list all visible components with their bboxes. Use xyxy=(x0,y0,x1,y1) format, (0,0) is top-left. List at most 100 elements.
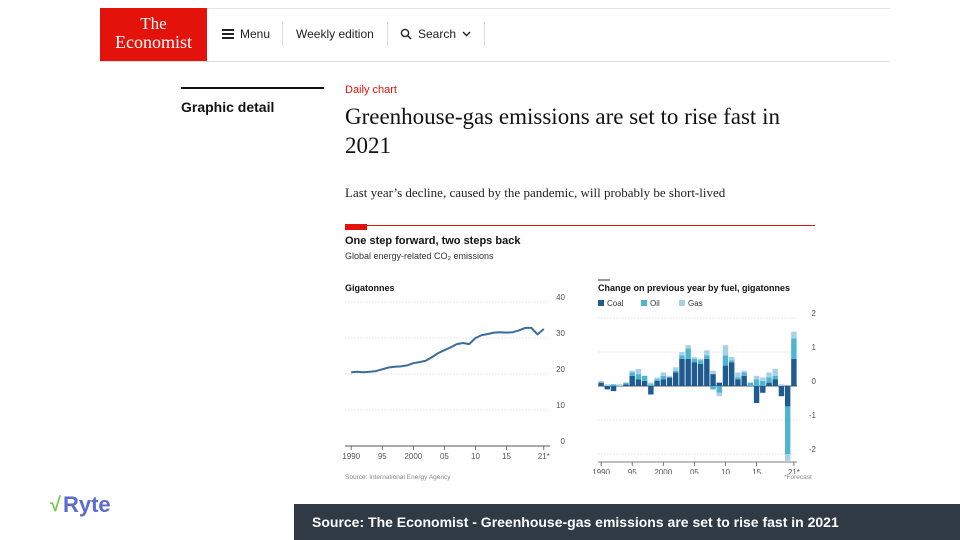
menu-label: Menu xyxy=(240,27,271,41)
left-y-tick-label: 30 xyxy=(556,329,565,338)
legend-label-coal: Coal xyxy=(607,299,624,308)
left-x-tick-label: 05 xyxy=(440,452,449,461)
header-top-rule xyxy=(100,8,890,9)
menu-button[interactable]: Menu xyxy=(222,26,270,42)
bar-oil xyxy=(704,355,710,359)
bar-gas xyxy=(604,384,611,386)
bar-coal xyxy=(753,386,760,403)
bar-coal xyxy=(629,375,635,386)
bar-oil xyxy=(791,338,797,359)
header-bottom-rule xyxy=(100,61,890,62)
weekly-edition-link[interactable]: Weekly edition xyxy=(296,26,374,42)
emissions-line xyxy=(351,326,545,374)
bar-oil xyxy=(766,377,772,383)
bar-gas xyxy=(598,380,604,383)
bar-gas xyxy=(735,372,741,378)
bar-gas xyxy=(772,369,778,376)
chart-subtitle: Global energy-related CO₂ emissions xyxy=(345,251,494,261)
bar-oil xyxy=(741,372,747,376)
bar-gas xyxy=(741,370,747,373)
left-x-tick-label: 21* xyxy=(538,452,550,461)
section-rule xyxy=(181,87,324,89)
bar-coal xyxy=(716,382,722,386)
bar-oil xyxy=(760,380,766,386)
bar-coal xyxy=(772,379,778,386)
left-x-tick-label: 15 xyxy=(502,452,511,461)
chart-forecast-note: *Forecast xyxy=(784,474,812,481)
right-x-tick-label: 05 xyxy=(690,468,699,474)
bar-oil xyxy=(623,382,629,385)
nav-divider xyxy=(282,22,283,46)
right-x-tick-label: 2000 xyxy=(654,468,672,474)
bar-oil xyxy=(673,370,679,373)
nav-divider xyxy=(387,22,388,46)
bar-gas xyxy=(716,392,722,397)
bar-coal xyxy=(728,362,735,386)
chart-flag xyxy=(345,224,367,230)
bar-gas xyxy=(791,331,797,339)
left-x-tick-label: 95 xyxy=(378,452,387,461)
source-banner: Source: The Economist - Greenhouse-gas e… xyxy=(294,504,960,540)
bar-gas xyxy=(766,372,772,378)
bar-gas xyxy=(685,345,691,349)
ryte-wordmark: Ryte xyxy=(62,492,111,517)
bar-gas xyxy=(753,375,760,380)
right-x-tick-label: 10 xyxy=(721,468,730,474)
left-chart-ylabel: Gigatonnes xyxy=(345,283,395,293)
bar-coal xyxy=(685,358,691,386)
search-button[interactable]: Search xyxy=(400,26,471,42)
bar-oil xyxy=(728,360,735,363)
bar-oil xyxy=(753,379,760,386)
bar-gas xyxy=(728,357,735,361)
right-y-tick-label: -1 xyxy=(809,411,817,420)
bar-coal xyxy=(654,380,660,386)
bar-oil xyxy=(772,375,778,380)
left-x-tick-label: 1990 xyxy=(342,452,360,461)
bar-oil xyxy=(648,384,654,386)
bar-coal xyxy=(666,377,673,386)
right-x-tick-label: 15 xyxy=(752,468,761,474)
bar-gas xyxy=(666,375,673,378)
bar-gas xyxy=(679,352,685,356)
bar-oil xyxy=(784,406,791,454)
bar-oil xyxy=(629,372,635,376)
economist-logo[interactable]: The Economist xyxy=(100,8,207,62)
bar-coal xyxy=(697,363,704,386)
bar-coal xyxy=(673,372,679,386)
left-y-tick-label: 20 xyxy=(556,365,565,374)
bar-oil xyxy=(716,386,722,393)
bar-oil xyxy=(697,360,704,364)
bar-gas xyxy=(691,357,698,359)
bar-coal xyxy=(679,358,685,386)
bar-coal xyxy=(610,386,617,392)
bar-gas xyxy=(635,369,642,375)
emissions-charts: Gigatonnes0102030401990 95 2000 05 10 15 21*Ch… xyxy=(342,279,817,474)
legend-label-oil: Oil xyxy=(650,299,660,308)
section-label[interactable]: Graphic detail xyxy=(181,99,274,115)
legend-swatch-coal xyxy=(598,300,604,306)
bar-gas xyxy=(654,377,660,380)
bar-coal xyxy=(791,358,797,386)
bar-coal xyxy=(691,362,698,386)
bar-coal xyxy=(604,386,611,390)
bar-coal xyxy=(710,374,716,386)
article-kicker[interactable]: Daily chart xyxy=(345,84,397,96)
bar-coal xyxy=(766,382,772,386)
logo-line-1: The xyxy=(140,14,167,33)
bar-oil xyxy=(660,375,667,380)
bar-oil xyxy=(710,386,716,390)
chevron-down-icon xyxy=(462,31,471,37)
ryte-logo: √ Ryte xyxy=(50,492,111,518)
bar-coal xyxy=(704,358,710,386)
bar-coal xyxy=(660,379,667,386)
bar-coal xyxy=(598,382,604,386)
bar-oil xyxy=(641,375,648,381)
bar-coal xyxy=(741,375,747,386)
legend-label-gas: Gas xyxy=(688,299,703,308)
hamburger-icon xyxy=(222,29,234,39)
bar-oil xyxy=(679,355,685,359)
bar-gas xyxy=(648,382,654,385)
bar-gas xyxy=(697,358,704,361)
right-chart-title: Change on previous year by fuel, gigaton… xyxy=(598,283,790,293)
left-x-tick-label: 2000 xyxy=(404,452,422,461)
